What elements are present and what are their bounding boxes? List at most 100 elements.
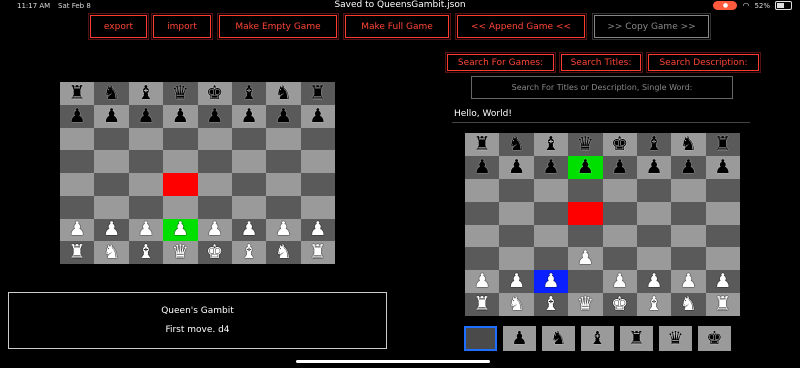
board-square[interactable] <box>705 178 740 202</box>
board-square[interactable] <box>163 127 198 151</box>
black-pawn-icon[interactable]: ♟ <box>172 106 189 126</box>
search-input[interactable]: Search For Titles or Description, Single… <box>471 76 733 99</box>
white-bishop-icon[interactable]: ♝ <box>137 243 154 262</box>
white-pawn-icon[interactable]: ♟ <box>508 272 525 291</box>
white-knight-icon[interactable]: ♞ <box>275 243 292 262</box>
black-rook-icon[interactable]: ♜ <box>309 83 326 103</box>
tray-rook-icon[interactable]: ♜ <box>620 326 653 351</box>
game-notes-panel[interactable]: Queen's Gambit First move. d4 <box>8 292 387 349</box>
black-knight-icon[interactable]: ♞ <box>275 83 292 103</box>
board-square[interactable] <box>705 201 740 225</box>
board-square[interactable]: ♟ <box>568 155 603 179</box>
white-rook-icon[interactable]: ♜ <box>309 243 326 262</box>
black-bishop-icon[interactable]: ♝ <box>542 134 559 154</box>
white-pawn-icon[interactable]: ♟ <box>103 220 120 239</box>
board-square[interactable]: ♜ <box>300 82 335 105</box>
board-square[interactable]: ♟ <box>128 104 164 128</box>
board-square[interactable] <box>671 224 706 248</box>
board-square[interactable] <box>568 178 603 202</box>
white-pawn-icon[interactable]: ♟ <box>206 220 223 239</box>
board-square[interactable]: ♟ <box>300 218 335 242</box>
board-square[interactable] <box>465 201 500 225</box>
board-square[interactable] <box>636 201 672 225</box>
board-square[interactable] <box>60 195 95 219</box>
board-square[interactable] <box>94 150 129 173</box>
tray-pawn-icon[interactable]: ♟ <box>503 326 536 351</box>
board-square[interactable] <box>568 270 603 294</box>
board-square[interactable]: ♟ <box>94 218 129 242</box>
board-square[interactable] <box>636 224 672 248</box>
white-knight-icon[interactable]: ♞ <box>508 295 525 314</box>
board-square[interactable]: ♟ <box>128 218 164 242</box>
export-button[interactable]: export <box>88 13 149 40</box>
white-pawn-icon[interactable]: ♟ <box>69 220 86 239</box>
black-pawn-icon[interactable]: ♟ <box>137 106 154 126</box>
board-square[interactable]: ♟ <box>499 270 534 294</box>
white-pawn-icon[interactable]: ♟ <box>474 272 491 291</box>
black-pawn-icon[interactable]: ♟ <box>577 157 594 177</box>
board-square[interactable]: ♞ <box>94 241 129 264</box>
white-bishop-icon[interactable]: ♝ <box>241 243 258 262</box>
board-square[interactable]: ♟ <box>636 270 672 294</box>
board-square[interactable]: ♝ <box>231 82 267 105</box>
board-square[interactable]: ♝ <box>128 241 164 264</box>
tray-knight-icon[interactable]: ♞ <box>542 326 575 351</box>
board-square[interactable] <box>231 195 267 219</box>
board-square[interactable] <box>266 127 301 151</box>
board-square[interactable]: ♟ <box>636 155 672 179</box>
board-square[interactable]: ♟ <box>671 155 706 179</box>
board-square[interactable]: ♜ <box>60 241 95 264</box>
board-square[interactable]: ♟ <box>671 270 706 294</box>
black-knight-icon[interactable]: ♞ <box>508 134 525 154</box>
board-square[interactable] <box>533 201 569 225</box>
board-square[interactable]: ♞ <box>266 241 301 264</box>
board-square[interactable] <box>465 178 500 202</box>
board-square[interactable]: ♟ <box>602 155 637 179</box>
black-pawn-icon[interactable]: ♟ <box>646 157 663 177</box>
board-square[interactable]: ♞ <box>499 133 534 156</box>
board-square[interactable]: ♟ <box>197 218 232 242</box>
board-square[interactable] <box>300 150 335 173</box>
board-square[interactable] <box>499 178 534 202</box>
board-square[interactable] <box>602 224 637 248</box>
board-square[interactable]: ♚ <box>602 293 637 316</box>
black-bishop-icon[interactable]: ♝ <box>646 134 663 154</box>
white-pawn-icon[interactable]: ♟ <box>309 220 326 239</box>
board-square[interactable]: ♟ <box>60 218 95 242</box>
white-rook-icon[interactable]: ♜ <box>69 243 86 262</box>
white-knight-icon[interactable]: ♞ <box>680 295 697 314</box>
black-bishop-icon[interactable]: ♝ <box>241 83 258 103</box>
board-square[interactable]: ♟ <box>705 155 740 179</box>
board-square[interactable]: ♜ <box>60 82 95 105</box>
black-pawn-icon[interactable]: ♟ <box>275 106 292 126</box>
board-square[interactable] <box>266 195 301 219</box>
board-square[interactable]: ♛ <box>568 133 603 156</box>
board-square[interactable]: ♟ <box>499 155 534 179</box>
board-square[interactable] <box>60 150 95 173</box>
white-queen-icon[interactable]: ♛ <box>172 243 189 262</box>
board-square[interactable] <box>602 178 637 202</box>
board-square[interactable] <box>266 173 301 196</box>
board-square[interactable] <box>94 173 129 196</box>
search-titles-button[interactable]: Search Titles: <box>559 52 643 73</box>
board-square[interactable]: ♝ <box>636 133 672 156</box>
board-square[interactable] <box>499 224 534 248</box>
board-square[interactable]: ♟ <box>465 270 500 294</box>
search-description-button[interactable]: Search Description: <box>646 52 761 73</box>
board-square[interactable] <box>231 150 267 173</box>
board-square[interactable] <box>300 195 335 219</box>
board-square[interactable] <box>163 195 198 219</box>
board-square[interactable] <box>197 150 232 173</box>
copy-game-button[interactable]: >> Copy Game >> <box>592 13 711 40</box>
black-king-icon[interactable]: ♚ <box>611 134 628 154</box>
black-rook-icon[interactable]: ♜ <box>474 134 491 154</box>
board-square[interactable] <box>128 127 164 151</box>
black-pawn-icon[interactable]: ♟ <box>103 106 120 126</box>
white-rook-icon[interactable]: ♜ <box>714 295 731 314</box>
black-bishop-icon[interactable]: ♝ <box>137 83 154 103</box>
board-square[interactable] <box>128 173 164 196</box>
tray-empty-slot[interactable] <box>464 326 497 351</box>
board-square[interactable]: ♟ <box>705 270 740 294</box>
append-game-button[interactable]: << Append Game << <box>455 13 587 40</box>
board-square[interactable]: ♟ <box>60 104 95 128</box>
